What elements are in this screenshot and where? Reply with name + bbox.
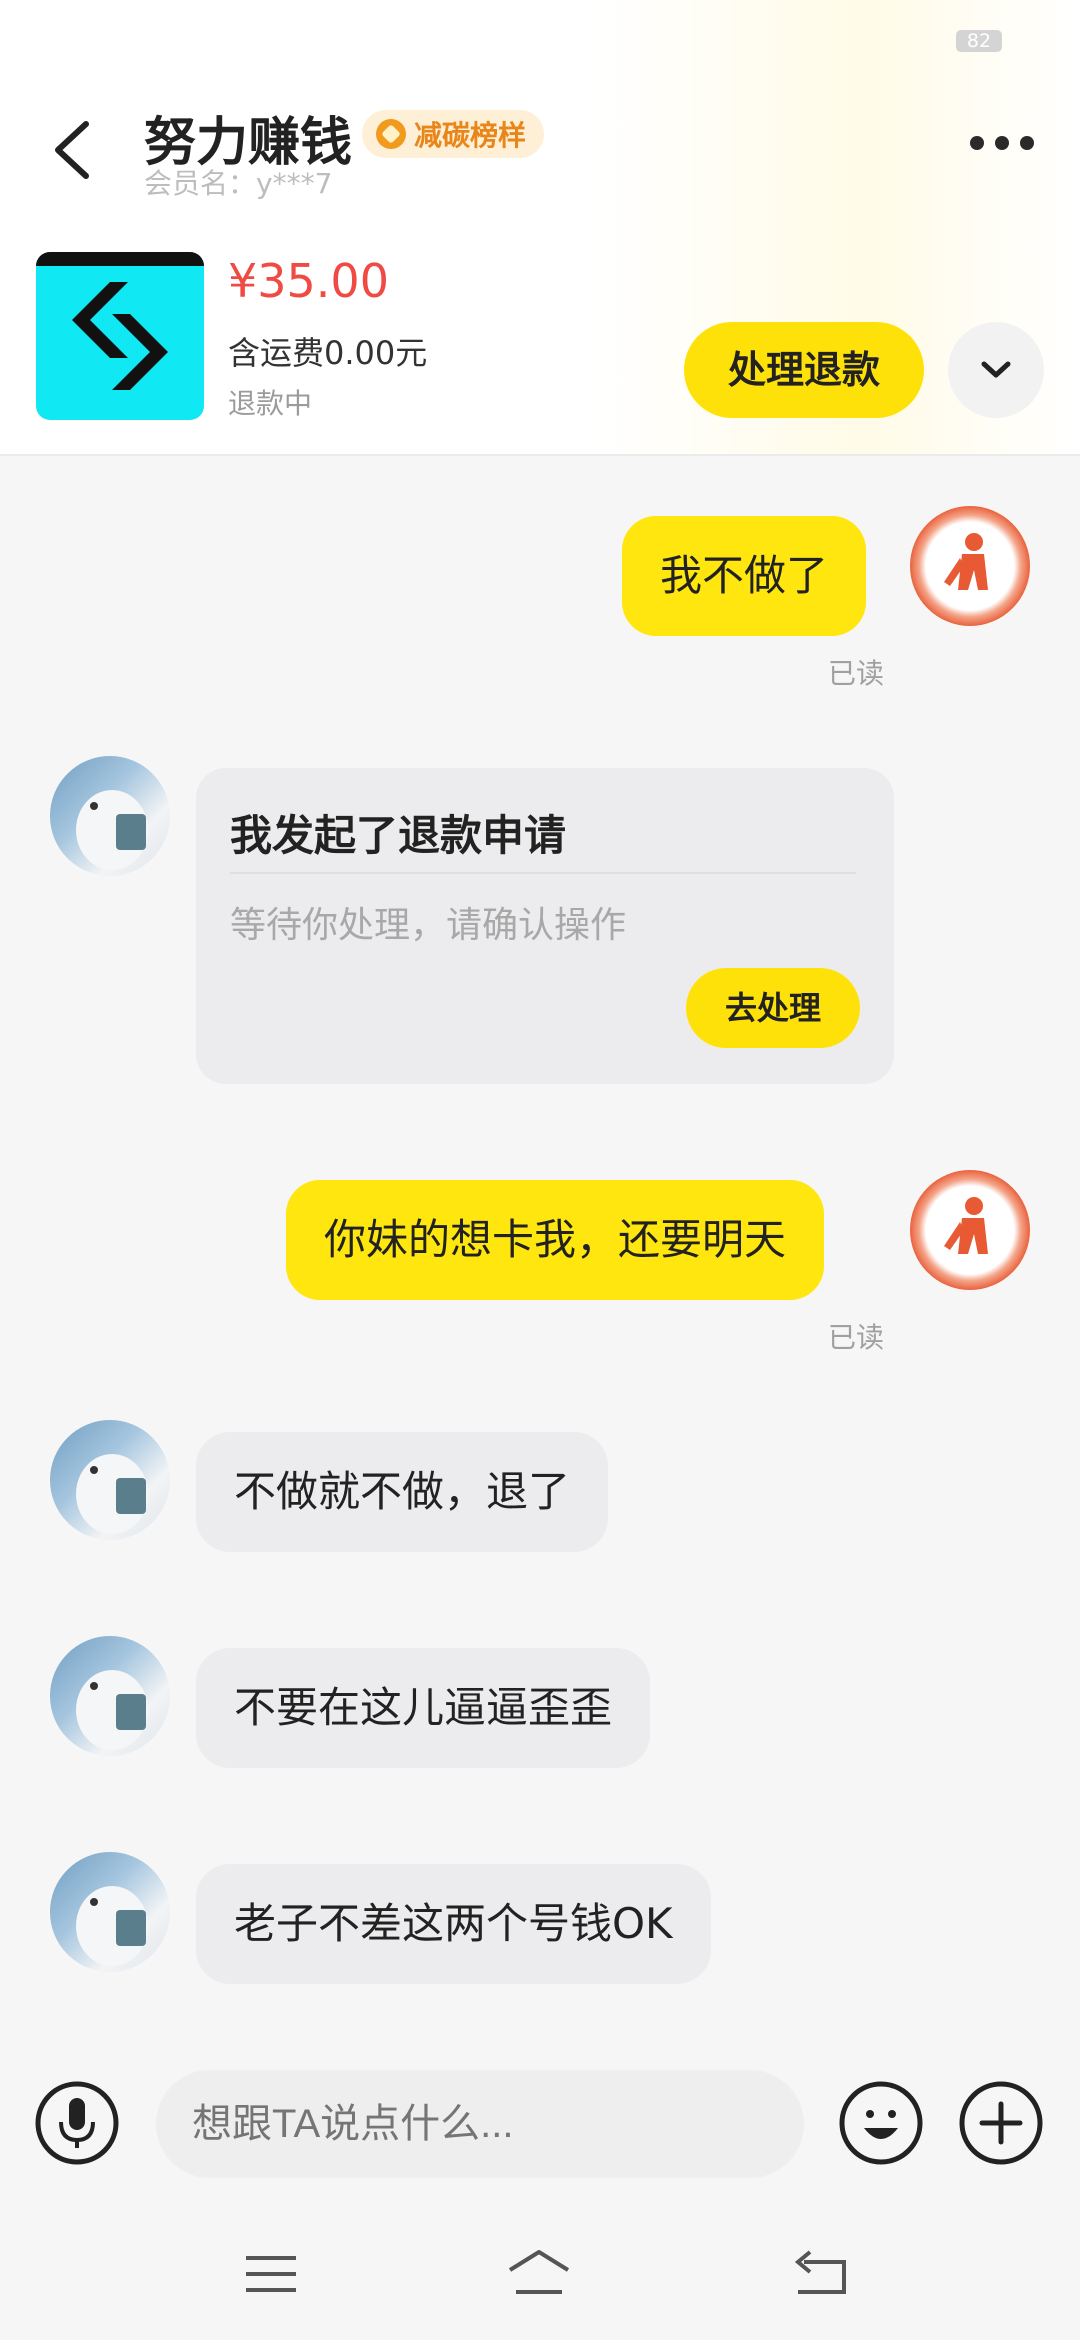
refund-status: 退款中: [228, 387, 313, 420]
card-divider: [230, 872, 856, 874]
worker-avatar-icon: [944, 1197, 988, 1254]
refund-request-card: 我发起了退款申请 等待你处理，请确认操作 去处理: [196, 768, 894, 1084]
more-dots-icon[interactable]: [970, 136, 1034, 158]
badge-label: 减碳榜样: [414, 119, 527, 152]
message-input[interactable]: [156, 2070, 804, 2178]
avatar-other[interactable]: [50, 756, 170, 876]
order-price: ¥35.00: [228, 254, 389, 308]
avatar-other[interactable]: [50, 1420, 170, 1540]
product-thumbnail[interactable]: [36, 252, 204, 420]
carbon-badge[interactable]: 减碳榜样: [362, 110, 545, 158]
read-receipt: 已读: [827, 1321, 884, 1354]
bear-avatar-icon: [76, 1670, 148, 1750]
card-description: 等待你处理，请确认操作: [230, 905, 627, 946]
menu-icon[interactable]: [236, 2240, 306, 2310]
back-arrow-icon[interactable]: [788, 2240, 858, 2310]
chat-screen: 82 努力赚钱 减碳榜样 会员名：y***7 ¥35.00 含运费0.00元 退…: [0, 0, 1080, 2340]
member-id: 会员名：y***7: [144, 167, 333, 200]
plus-icon[interactable]: [958, 2080, 1044, 2166]
leaf-badge-icon: [376, 119, 406, 149]
chevron-left-icon[interactable]: [48, 118, 98, 182]
avatar-other[interactable]: [50, 1852, 170, 1972]
message-bubble-other[interactable]: 不要在这儿逼逼歪歪: [196, 1648, 651, 1768]
read-receipt: 已读: [827, 657, 884, 690]
avatar-self[interactable]: [910, 1170, 1030, 1290]
go-handle-button[interactable]: 去处理: [686, 968, 860, 1048]
message-bubble-other[interactable]: 不做就不做，退了: [196, 1432, 609, 1552]
bear-avatar-icon: [76, 1886, 148, 1966]
microphone-icon[interactable]: [34, 2080, 120, 2166]
shipping-fee: 含运费0.00元: [228, 334, 428, 372]
bear-avatar-icon: [76, 1454, 148, 1534]
product-logo-icon: [36, 252, 204, 390]
smiley-icon[interactable]: [838, 2080, 924, 2166]
battery-indicator: 82: [956, 30, 1002, 52]
home-icon[interactable]: [504, 2240, 574, 2310]
worker-avatar-icon: [944, 533, 988, 590]
message-bubble-self[interactable]: 你妹的想卡我，还要明天: [286, 1180, 825, 1300]
card-title: 我发起了退款申请: [230, 811, 567, 860]
chevron-down-icon: [981, 361, 1011, 378]
chat-header: 82 努力赚钱 减碳榜样 会员名：y***7 ¥35.00 含运费0.00元 退…: [0, 0, 1080, 456]
avatar-self[interactable]: [910, 506, 1030, 626]
handle-refund-button[interactable]: 处理退款: [684, 322, 924, 418]
bear-avatar-icon: [76, 790, 148, 870]
expand-order-button[interactable]: [948, 322, 1044, 418]
message-bubble-other[interactable]: 老子不差这两个号钱OK: [196, 1864, 711, 1984]
message-bubble-self[interactable]: 我不做了: [622, 516, 867, 636]
avatar-other[interactable]: [50, 1636, 170, 1756]
